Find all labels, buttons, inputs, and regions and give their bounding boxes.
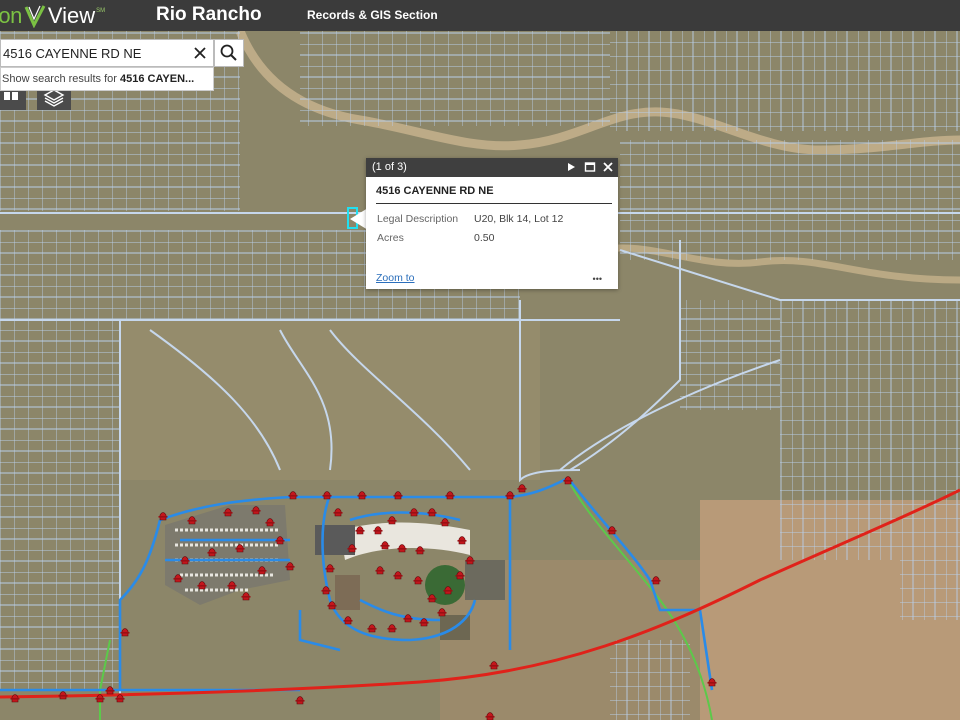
attribute-row: Acres 0.50 xyxy=(377,228,563,247)
search-icon xyxy=(220,44,237,61)
search-suggestion[interactable]: Show search results for 4516 CAYEN... xyxy=(0,67,214,91)
satellite-map[interactable] xyxy=(0,31,960,720)
map-view[interactable] xyxy=(0,31,960,720)
popup-counter: (1 of 3) xyxy=(372,161,407,173)
close-icon[interactable] xyxy=(191,44,209,62)
maximize-icon[interactable] xyxy=(583,160,597,174)
search-box xyxy=(0,39,214,67)
brand-right-text: View xyxy=(47,2,96,28)
popup-attributes: Legal Description U20, Blk 14, Lot 12 Ac… xyxy=(377,209,563,247)
next-icon[interactable] xyxy=(564,160,578,174)
brand-check-icon xyxy=(24,4,46,28)
app-root: ion View SM Rio Rancho Records & GIS Sec… xyxy=(0,0,960,720)
feature-popup: (1 of 3) 4516 CAYENNE RD NE Legal Descri… xyxy=(366,158,618,289)
brand-service-mark: SM xyxy=(96,8,106,14)
search-button[interactable] xyxy=(214,39,244,67)
close-popup-icon[interactable] xyxy=(601,160,615,174)
attribute-value: 0.50 xyxy=(474,231,495,244)
popup-pointer xyxy=(350,208,368,230)
attribute-value: U20, Blk 14, Lot 12 xyxy=(474,212,564,225)
more-icon[interactable]: ••• xyxy=(593,275,602,284)
city-title: Rio Rancho xyxy=(156,4,262,25)
popup-header: (1 of 3) xyxy=(366,158,618,177)
suggestion-prefix: Show search results for xyxy=(2,73,120,85)
suggestion-term: 4516 CAYEN... xyxy=(120,73,195,85)
attribute-row: Legal Description U20, Blk 14, Lot 12 xyxy=(377,209,563,228)
attribute-label: Legal Description xyxy=(377,212,459,225)
brand-left-text: ion xyxy=(0,2,22,28)
header-bar: ion View SM Rio Rancho Records & GIS Sec… xyxy=(0,0,960,31)
popup-title: 4516 CAYENNE RD NE xyxy=(376,185,612,204)
brand-logo[interactable]: ion View SM xyxy=(0,0,105,31)
zoom-to-link[interactable]: Zoom to xyxy=(376,272,415,284)
search-input[interactable] xyxy=(1,40,189,66)
section-title: Records & GIS Section xyxy=(307,8,438,22)
attribute-label: Acres xyxy=(377,231,404,244)
